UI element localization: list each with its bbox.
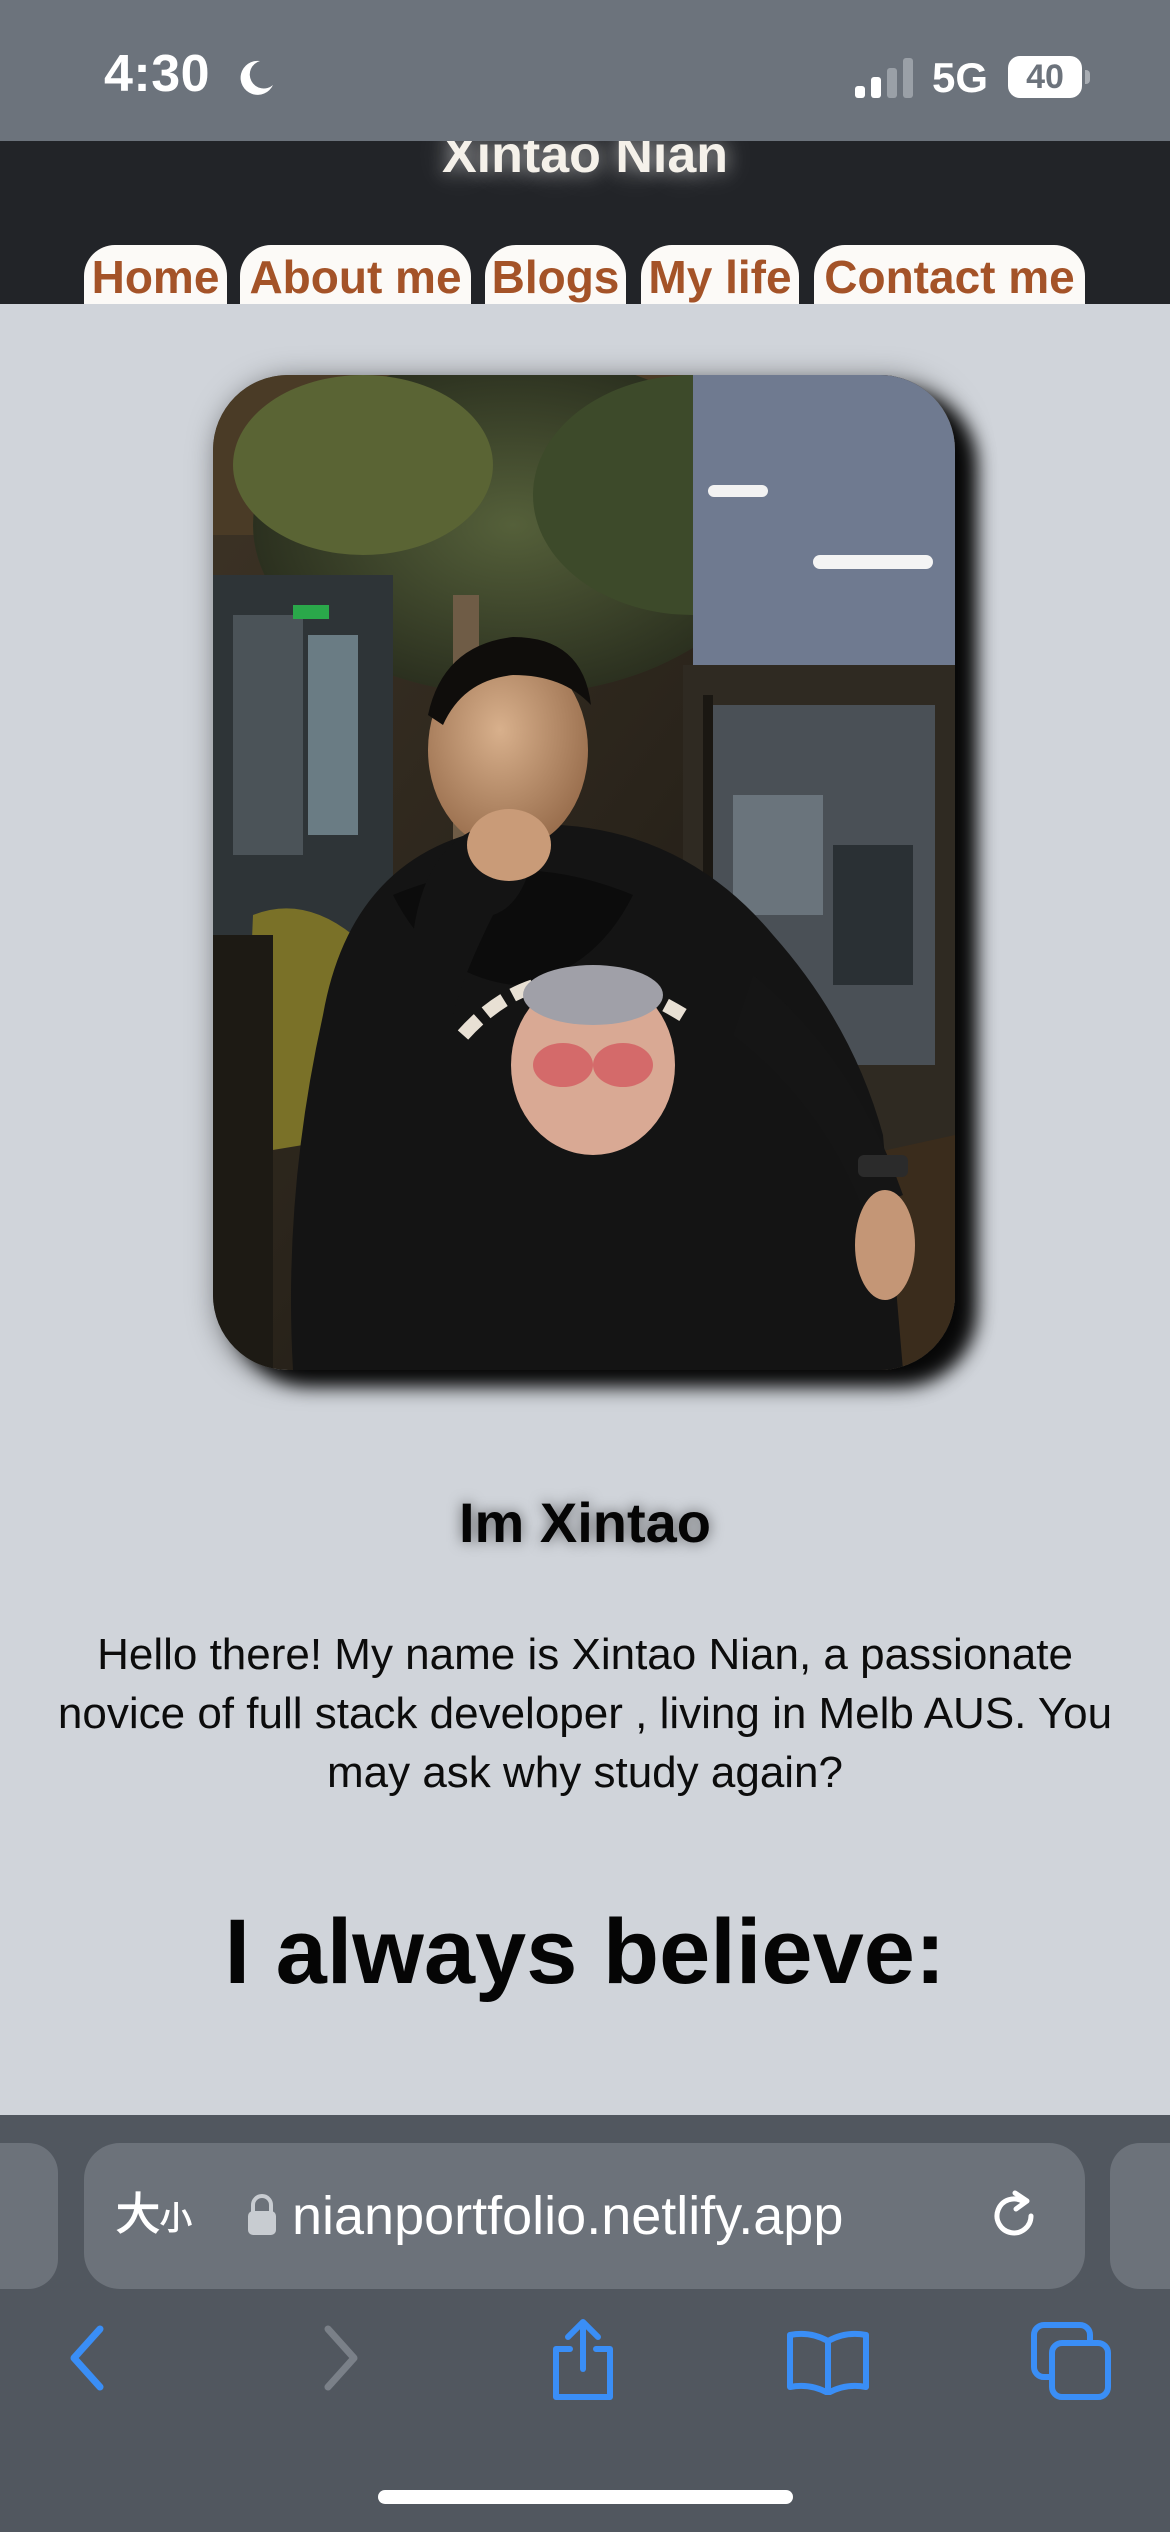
intro-text: Hello there! My name is Xintao Nian, a p…: [0, 1625, 1170, 1802]
intro-line: may ask why study again?: [326, 1748, 844, 1797]
status-time: 4:30: [104, 45, 211, 103]
nav-my-life[interactable]: My life: [641, 245, 799, 304]
battery-icon: 40: [1008, 56, 1090, 98]
nav-contact-me[interactable]: Contact me: [814, 245, 1085, 304]
bookmarks-icon[interactable]: [785, 2327, 871, 2395]
nav-home[interactable]: Home: [84, 245, 227, 304]
site-header: Xintao Nian Home About me Blogs My life …: [0, 141, 1170, 304]
profile-photo: [213, 375, 955, 1370]
belief-heading: I always believe:: [224, 1901, 946, 2003]
profile-photo-frame: [213, 375, 955, 1370]
network-label: 5G: [932, 54, 989, 101]
battery-level: 40: [1026, 58, 1064, 96]
forward-icon[interactable]: [316, 2323, 366, 2393]
main-nav: Home About me Blogs My life Contact me: [0, 245, 1170, 304]
address-bar[interactable]: 大小 nianportfolio.netlify.app: [84, 2143, 1085, 2289]
moon-icon: [240, 60, 273, 95]
intro-heading: Im Xintao: [458, 1491, 712, 1554]
share-icon[interactable]: [546, 2317, 620, 2403]
intro-line: novice of full stack developer , living …: [57, 1689, 1113, 1738]
browser-chrome: 大小 nianportfolio.netlify.app: [0, 2115, 1170, 2532]
lock-icon: [248, 2194, 276, 2235]
tabs-icon[interactable]: [1030, 2321, 1112, 2401]
back-icon[interactable]: [62, 2323, 112, 2393]
url-text[interactable]: nianportfolio.netlify.app: [292, 2185, 1012, 2247]
next-tab-peek[interactable]: [1110, 2143, 1170, 2289]
status-bar: 4:30 5G 40: [0, 0, 1170, 141]
text-size-button[interactable]: 大小: [116, 2185, 192, 2245]
previous-tab-peek[interactable]: [0, 2143, 58, 2289]
reload-icon[interactable]: [985, 2187, 1043, 2245]
signal-icon: [855, 58, 913, 98]
nav-about-me[interactable]: About me: [240, 245, 471, 304]
site-title: Xintao Nian: [441, 141, 729, 184]
home-indicator[interactable]: [378, 2490, 793, 2504]
nav-blogs[interactable]: Blogs: [485, 245, 626, 304]
intro-line: Hello there! My name is Xintao Nian, a p…: [97, 1630, 1073, 1679]
